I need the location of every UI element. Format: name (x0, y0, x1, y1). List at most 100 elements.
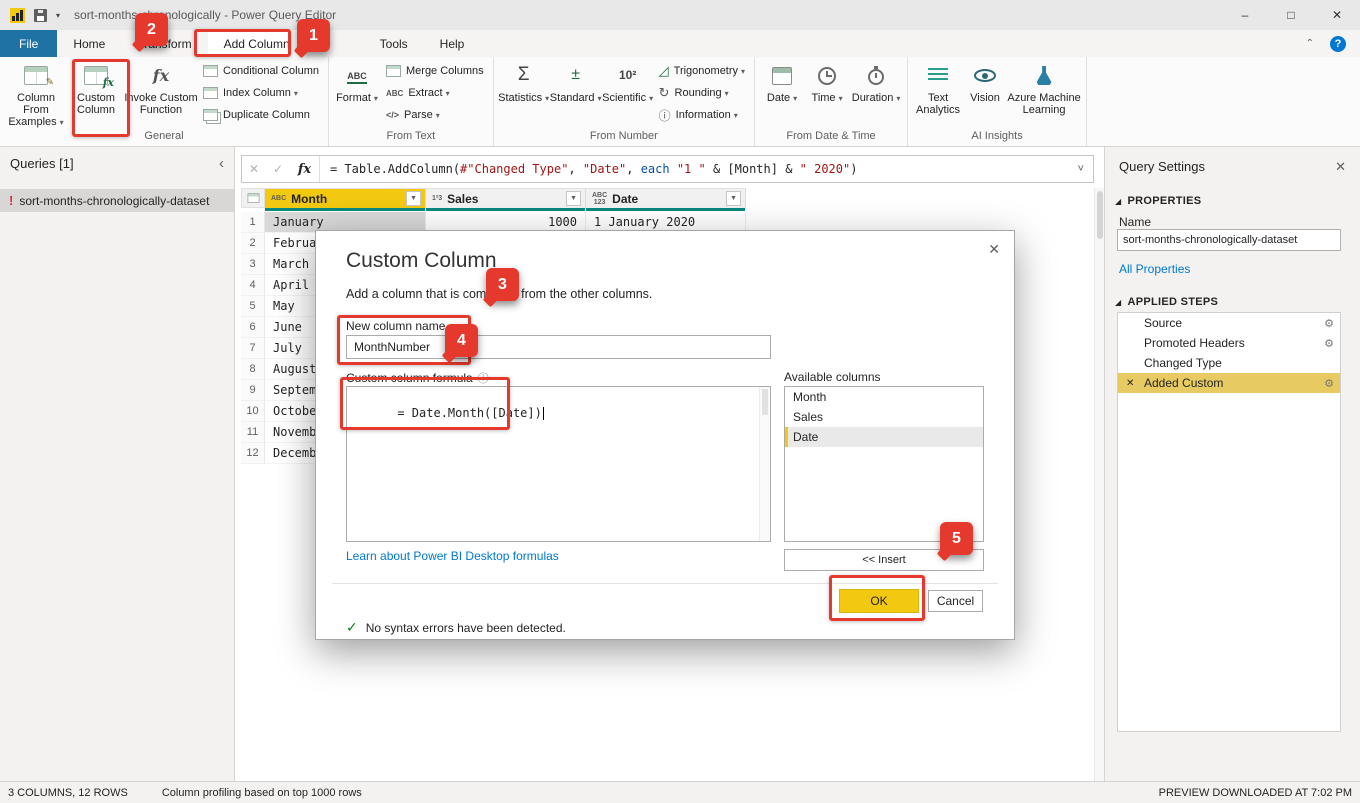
maximize-button[interactable]: □ (1268, 0, 1314, 30)
minimize-button[interactable]: – (1222, 0, 1268, 30)
statistics-button[interactable]: Statistics (498, 58, 550, 105)
list-item-date[interactable]: Date (785, 427, 983, 447)
conditional-column-button[interactable]: Conditional Column (200, 63, 322, 79)
save-icon[interactable] (34, 9, 47, 22)
formula-expand-icon[interactable]: ˅ (1078, 163, 1093, 175)
list-item-sales[interactable]: Sales (785, 407, 983, 427)
flask-icon (1036, 62, 1052, 89)
duplicate-column-button[interactable]: Duplicate Column (200, 107, 322, 123)
window-controls: – □ ✕ (1222, 0, 1360, 30)
name-label: Name (1119, 215, 1151, 229)
gear-icon[interactable] (1324, 317, 1340, 330)
query-name-input[interactable]: sort-months-chronologically-dataset (1117, 229, 1341, 251)
vision-button[interactable]: Vision (964, 58, 1006, 104)
titlebar: ▾ sort-months-chronologically - Power Qu… (0, 0, 1360, 30)
rounding-button[interactable]: Rounding (656, 85, 748, 101)
properties-section-header[interactable]: ◢ PROPERTIES (1115, 195, 1201, 207)
query-list-item[interactable]: ! sort-months-chronologically-dataset (0, 189, 234, 212)
index-column-button[interactable]: Index Column (200, 85, 322, 101)
tab-help[interactable]: Help (424, 30, 481, 57)
available-columns-label: Available columns (784, 370, 881, 384)
annotation-box-ok (829, 575, 925, 621)
filter-icon[interactable]: ▼ (566, 191, 581, 206)
quick-access-dropdown-icon[interactable]: ▾ (56, 11, 60, 20)
rounding-icon (659, 85, 670, 101)
tab-home[interactable]: Home (57, 30, 121, 57)
all-properties-link[interactable]: All Properties (1119, 262, 1190, 276)
window-title: sort-months-chronologically - Power Quer… (74, 8, 336, 22)
fx-icon: fx (153, 62, 169, 89)
abc-icon (386, 87, 403, 99)
syntax-status: ✓ No syntax errors have been detected. (346, 619, 566, 636)
query-settings-panel: Query Settings ✕ ◢ PROPERTIES Name sort-… (1104, 147, 1360, 781)
row-number: 1 (241, 212, 265, 233)
annotation-box-formula (340, 377, 510, 430)
group-label-general: General (4, 129, 324, 146)
annotation-badge-4: 4 (445, 324, 478, 357)
gear-icon[interactable] (1324, 337, 1340, 350)
ribbon-group-general: ✎ Column From Examples fx Custom Column … (0, 57, 329, 146)
close-button[interactable]: ✕ (1314, 0, 1360, 30)
gear-icon[interactable] (1324, 377, 1340, 390)
column-header-date[interactable]: ABC123 Date ▼ (586, 188, 746, 208)
column-header-month[interactable]: ABC Month ▼ (265, 188, 426, 208)
step-added-custom[interactable]: Added Custom (1118, 373, 1340, 393)
ribbon: ✎ Column From Examples fx Custom Column … (0, 57, 1360, 147)
date-button[interactable]: Date (759, 58, 805, 105)
formula-check-icon[interactable]: ✓ (266, 162, 290, 176)
formula-input[interactable]: = Table.AddColumn(#"Changed Type", "Date… (320, 162, 1078, 176)
delete-step-icon[interactable] (1126, 378, 1134, 389)
formula-bar[interactable]: ✕ ✓ fx = Table.AddColumn(#"Changed Type"… (241, 155, 1094, 183)
column-from-examples-button[interactable]: ✎ Column From Examples (4, 58, 68, 129)
profiling-info[interactable]: Column profiling based on top 1000 rows (162, 787, 362, 799)
row-number: 3 (241, 254, 265, 275)
warning-icon: ! (9, 193, 13, 208)
scientific-button[interactable]: Scientific (602, 58, 654, 105)
cancel-button[interactable]: Cancel (928, 590, 983, 612)
extract-button[interactable]: Extract (383, 85, 487, 101)
filter-icon[interactable]: ▼ (726, 191, 741, 206)
ribbon-group-ai-insights: Text Analytics Vision Azure Machine Lear… (908, 57, 1087, 146)
applied-steps-section-header[interactable]: ◢ APPLIED STEPS (1115, 296, 1218, 308)
step-changed-type[interactable]: Changed Type (1118, 353, 1340, 373)
table-icon (247, 193, 259, 203)
quick-access-toolbar: ▾ (0, 8, 60, 23)
format-button[interactable]: Format (333, 58, 381, 105)
text-lines-icon (928, 62, 948, 89)
editor-scrollbar[interactable] (759, 387, 770, 541)
text-type-icon: ABC (271, 195, 286, 202)
step-source[interactable]: Source (1118, 313, 1340, 333)
tab-file[interactable]: File (0, 30, 57, 57)
number-type-icon: 1²3 (432, 195, 442, 202)
time-button[interactable]: Time (805, 58, 849, 105)
standard-button[interactable]: Standard (550, 58, 602, 105)
collapse-ribbon-icon[interactable]: ⌃ (1306, 38, 1314, 49)
azure-machine-learning-button[interactable]: Azure Machine Learning (1006, 58, 1082, 116)
annotation-badge-5: 5 (940, 522, 973, 555)
column-header-sales[interactable]: 1²3 Sales ▼ (426, 188, 586, 208)
close-icon[interactable]: ✕ (1335, 159, 1346, 175)
parse-icon (386, 109, 399, 121)
group-label-from-date-time: From Date & Time (759, 129, 903, 146)
close-icon[interactable]: ✕ (988, 241, 1000, 258)
table-pencil-icon: ✎ (24, 62, 48, 89)
group-label-from-text: From Text (333, 129, 489, 146)
help-icon[interactable]: ? (1330, 36, 1346, 52)
tab-tools[interactable]: Tools (364, 30, 424, 57)
parse-button[interactable]: Parse (383, 107, 487, 123)
information-button[interactable]: Information (656, 107, 748, 123)
collapse-panel-icon[interactable]: ‹ (219, 155, 224, 172)
duration-button[interactable]: Duration (849, 58, 903, 105)
formula-cancel-icon[interactable]: ✕ (242, 162, 266, 176)
text-analytics-button[interactable]: Text Analytics (912, 58, 964, 116)
merge-columns-button[interactable]: Merge Columns (383, 63, 487, 79)
step-promoted-headers[interactable]: Promoted Headers (1118, 333, 1340, 353)
table-menu-button[interactable] (241, 188, 265, 208)
trigonometry-button[interactable]: Trigonometry (656, 63, 748, 79)
list-item-month[interactable]: Month (785, 387, 983, 407)
info-icon (659, 107, 671, 124)
filter-icon[interactable]: ▼ (406, 191, 421, 206)
learn-formulas-link[interactable]: Learn about Power BI Desktop formulas (346, 549, 559, 563)
vertical-scrollbar[interactable] (1094, 188, 1104, 781)
invoke-custom-function-button[interactable]: fx Invoke Custom Function (124, 58, 198, 116)
